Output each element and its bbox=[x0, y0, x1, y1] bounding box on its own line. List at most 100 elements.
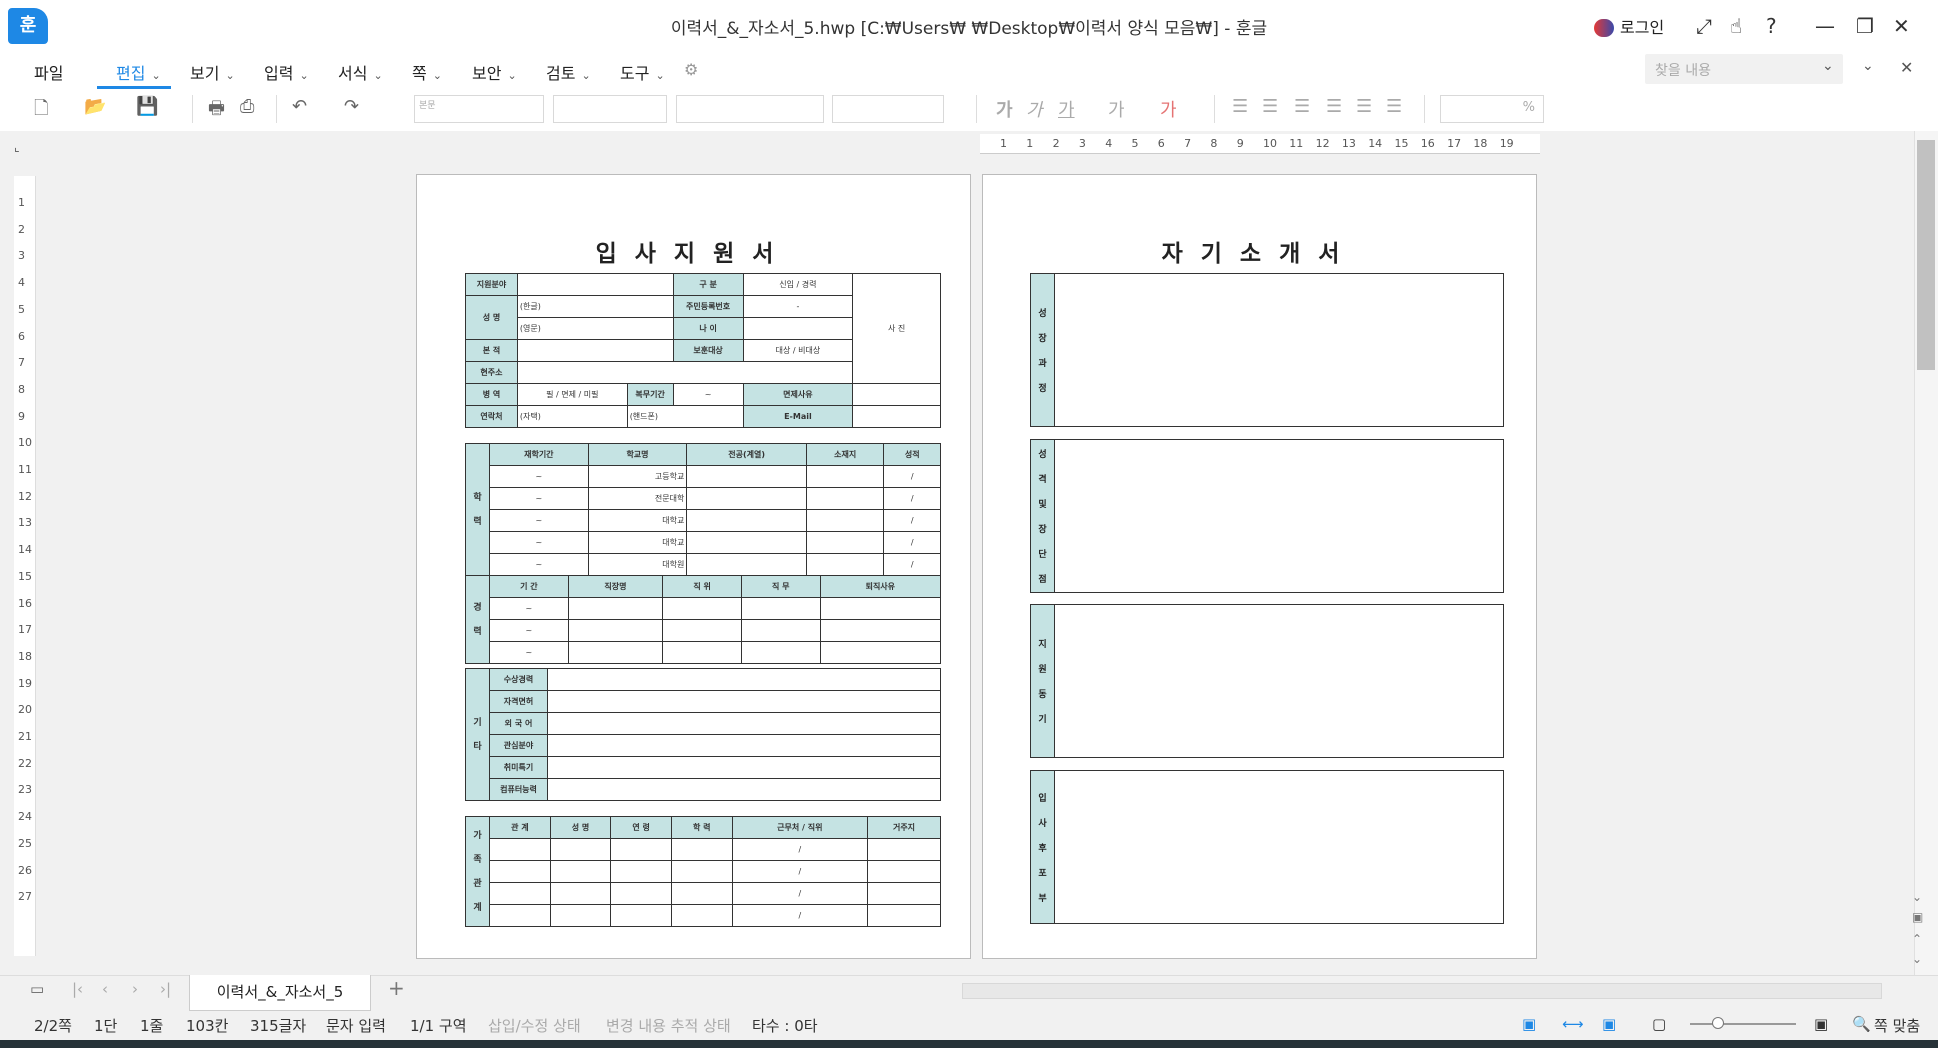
save-icon[interactable]: 💾 bbox=[136, 96, 158, 117]
plugin-icon[interactable]: ⚙ bbox=[684, 60, 698, 79]
zoom-slider[interactable] bbox=[1690, 1023, 1796, 1025]
fit-page-button[interactable]: 쪽 맞춤 bbox=[1874, 1015, 1920, 1036]
menu-edit[interactable]: 편집 ⌄ bbox=[116, 60, 161, 84]
menu-file[interactable]: 파일 bbox=[34, 60, 63, 84]
align-left-icon[interactable]: ☰ bbox=[1262, 96, 1278, 117]
font-size-input[interactable] bbox=[832, 95, 944, 123]
ruler-tick-label: 16 bbox=[1420, 137, 1435, 150]
prev-page-icon[interactable]: ⌃ bbox=[1912, 932, 1922, 946]
fullscreen-icon[interactable]: ⤢ bbox=[1696, 14, 1712, 38]
prev-tab-icon[interactable]: ‹ bbox=[102, 980, 108, 998]
menu-page[interactable]: 쪽 ⌄ bbox=[412, 60, 442, 84]
menu-insert[interactable]: 입력 ⌄ bbox=[264, 60, 309, 84]
divide-icon[interactable]: ☰ bbox=[1386, 96, 1402, 117]
next-page-icon[interactable]: ⌄ bbox=[1912, 952, 1922, 966]
find-placeholder: 찾을 내용 bbox=[1655, 63, 1711, 79]
open-folder-icon[interactable]: 📂 bbox=[84, 96, 106, 117]
page-width-icon[interactable]: ⟷ bbox=[1562, 1015, 1584, 1033]
zoom-in-icon[interactable]: ▣ bbox=[1814, 1015, 1828, 1033]
close-ribbon-icon[interactable]: ✕ bbox=[1900, 58, 1913, 77]
menu-format[interactable]: 서식 ⌄ bbox=[338, 60, 383, 84]
tab-list-icon[interactable]: ▭ bbox=[30, 980, 44, 998]
ruler-tick-label: 9 bbox=[1236, 137, 1244, 150]
expand-toolbar-icon[interactable]: ⌄ bbox=[1862, 58, 1874, 74]
ruler-tick-label: 12 bbox=[18, 489, 32, 503]
font-color-icon[interactable]: 가 bbox=[1160, 96, 1177, 122]
ruler-tick-label: 24 bbox=[18, 810, 32, 824]
new-doc-icon[interactable]: 🗋 bbox=[34, 96, 48, 126]
ruler-tick-label: 4 bbox=[18, 276, 25, 290]
status-insert[interactable]: 삽입/수정 상태 bbox=[488, 1015, 581, 1036]
scroll-down-icon[interactable]: ⌄ bbox=[1912, 890, 1922, 904]
chevron-down-icon[interactable]: ⌄ bbox=[1822, 58, 1834, 74]
ruler-tick-label: 12 bbox=[1315, 137, 1330, 150]
bold-icon[interactable]: 가 bbox=[996, 96, 1013, 122]
ruler-tick-label: 13 bbox=[18, 516, 32, 530]
tab-document[interactable]: 이력서_&_자소서_5 bbox=[189, 975, 371, 1011]
other-info-table: 기 타 수상경력 자격면허 외 국 어 관심분야 취미특기 컴퓨터능력 bbox=[465, 668, 941, 801]
close-button[interactable]: ✕ bbox=[1893, 14, 1910, 38]
print-icon[interactable]: 🖶 bbox=[208, 96, 225, 126]
last-tab-icon[interactable]: ›| bbox=[160, 980, 171, 998]
align-right-icon[interactable]: ☰ bbox=[1326, 96, 1342, 117]
intro-section-motivation[interactable]: 지원동기 bbox=[1030, 604, 1504, 758]
align-center-icon[interactable]: ☰ bbox=[1294, 96, 1310, 117]
intro-section-personality[interactable]: 성격및장단점 bbox=[1030, 439, 1504, 593]
active-menu-indicator bbox=[97, 86, 171, 89]
menu-view[interactable]: 보기 ⌄ bbox=[190, 60, 235, 84]
next-tab-icon[interactable]: › bbox=[132, 980, 138, 998]
ruler-tick-label: 6 bbox=[18, 329, 25, 343]
ruler-tick-label: 11 bbox=[1289, 137, 1304, 150]
language-select[interactable] bbox=[553, 95, 667, 123]
intro-section-growth[interactable]: 성장과정 bbox=[1030, 273, 1504, 427]
full-page-icon[interactable]: ▣ bbox=[1602, 1015, 1616, 1033]
status-page[interactable]: 2/2쪽 bbox=[34, 1015, 72, 1036]
first-tab-icon[interactable]: |‹ bbox=[72, 980, 83, 998]
menu-security[interactable]: 보안 ⌄ bbox=[472, 60, 517, 84]
horizontal-scrollbar[interactable] bbox=[962, 983, 1882, 999]
menu-review[interactable]: 검토 ⌄ bbox=[546, 60, 591, 84]
ruler-tick-label: 10 bbox=[1263, 137, 1277, 150]
ruler-tick-label: 5 bbox=[18, 302, 25, 316]
undo-icon[interactable]: ↶ bbox=[292, 96, 307, 117]
intro-section-label: 성장과정 bbox=[1031, 274, 1055, 426]
minimize-button[interactable]: — bbox=[1815, 14, 1835, 38]
intro-section-label: 성격및장단점 bbox=[1031, 440, 1055, 592]
zoom-slider-thumb[interactable] bbox=[1712, 1017, 1724, 1029]
magnifier-icon[interactable]: 🔍 bbox=[1852, 1015, 1871, 1033]
chevron-down-icon: ⌄ bbox=[432, 69, 442, 82]
strikethrough-icon[interactable]: 가 bbox=[1108, 96, 1125, 122]
touch-mode-icon[interactable]: ☝ bbox=[1730, 14, 1742, 38]
ruler-corner-icon[interactable]: ⌞ bbox=[14, 140, 36, 162]
ruler-tick-label: 17 bbox=[1447, 137, 1462, 150]
intro-section-aspiration[interactable]: 입사후포부 bbox=[1030, 770, 1504, 924]
zoom-out-icon[interactable]: ▢ bbox=[1652, 1015, 1666, 1033]
page-layout-icon[interactable]: ▣ bbox=[1912, 910, 1923, 924]
vertical-scroll-thumb[interactable] bbox=[1917, 140, 1935, 370]
account-icon[interactable] bbox=[1594, 19, 1614, 37]
justify-icon[interactable]: ☰ bbox=[1232, 96, 1248, 117]
ruler-tick-label: 27 bbox=[18, 890, 32, 904]
line-spacing-input[interactable]: % bbox=[1440, 95, 1544, 123]
style-select[interactable]: 본문 bbox=[414, 95, 544, 123]
intro-section-label: 지원동기 bbox=[1031, 605, 1055, 757]
font-select[interactable] bbox=[676, 95, 824, 123]
print-preview-icon[interactable]: ⎙ bbox=[240, 96, 254, 117]
restore-button[interactable]: ❐ bbox=[1856, 14, 1874, 38]
ruler-tick-label: 17 bbox=[18, 623, 32, 637]
help-icon[interactable]: ? bbox=[1766, 14, 1777, 38]
normal-view-icon[interactable]: ▣ bbox=[1522, 1015, 1536, 1033]
distribute-icon[interactable]: ☰ bbox=[1356, 96, 1372, 117]
italic-icon[interactable]: 가 bbox=[1026, 96, 1043, 122]
family-table: 가족관계 관 계성 명연 령학 력 근무처 / 직위 거주지 / / / / bbox=[465, 816, 941, 927]
redo-icon[interactable]: ↷ bbox=[344, 96, 359, 117]
add-tab-button[interactable]: + bbox=[388, 976, 405, 1000]
underline-icon[interactable]: 가 bbox=[1058, 96, 1075, 122]
ruler-tick-label: 1 bbox=[1000, 137, 1007, 150]
login-button[interactable]: 로그인 bbox=[1620, 14, 1664, 38]
ruler-tick-label: 10 bbox=[18, 436, 32, 450]
intro-section-label: 입사후포부 bbox=[1031, 771, 1055, 923]
menu-tools[interactable]: 도구 ⌄ bbox=[620, 60, 665, 84]
ruler-tick-label: 19 bbox=[1499, 137, 1514, 150]
status-track-changes[interactable]: 변경 내용 추적 상태 bbox=[606, 1015, 731, 1036]
